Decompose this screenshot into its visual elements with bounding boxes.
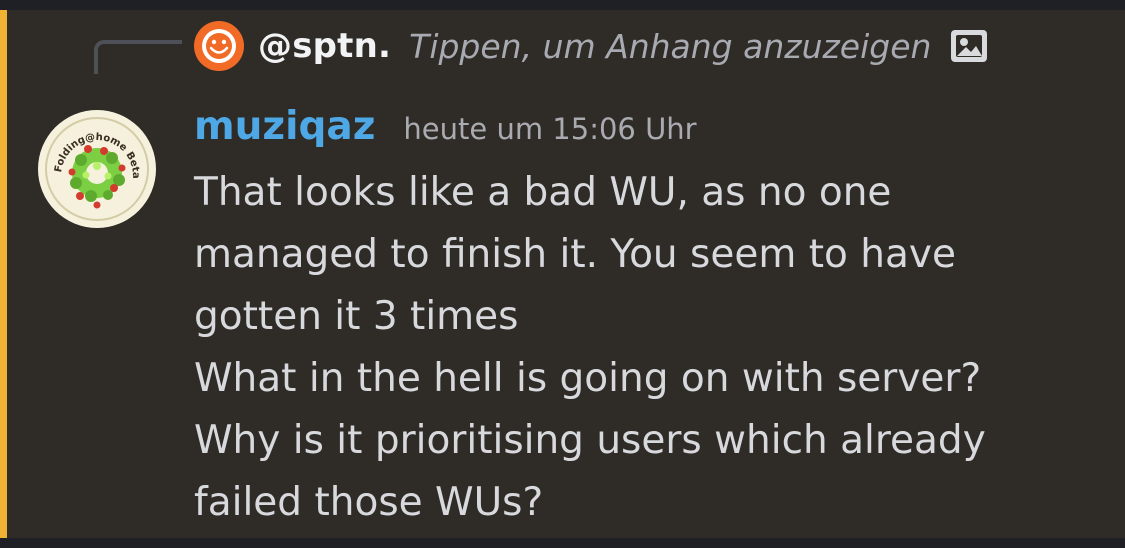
message-line: Why is it prioritising users which alrea…: [194, 418, 986, 463]
reply-attachment-preview[interactable]: Tippen, um Anhang anzuzeigen: [409, 27, 931, 66]
timestamp[interactable]: heute um 15:06 Uhr: [403, 112, 696, 146]
chat-screen: @sptn. Tippen, um Anhang anzuzeigen Fold…: [0, 0, 1125, 548]
reply-author[interactable]: @sptn.: [258, 26, 391, 66]
reply-avatar[interactable]: [194, 21, 244, 71]
reply-reference[interactable]: @sptn. Tippen, um Anhang anzuzeigen: [194, 21, 989, 71]
message-line: managed to finish it. You seem to have: [194, 232, 956, 277]
message-line: failed those WUs?: [194, 480, 544, 525]
user-avatar[interactable]: Folding@home Beta-tester: [38, 110, 156, 228]
image-icon[interactable]: [949, 26, 989, 66]
message-line: What in the hell is going on with server…: [194, 356, 982, 401]
message-line: gotten it 3 times: [194, 294, 519, 339]
chat-message[interactable]: @sptn. Tippen, um Anhang anzuzeigen Fold…: [0, 10, 1125, 538]
smiley-icon: [202, 29, 236, 63]
message-content: muziqaz heute um 15:06 Uhr That looks li…: [194, 104, 1094, 534]
mention-highlight-bar: [0, 10, 7, 538]
folding-at-home-logo: Folding@home Beta-tester: [38, 110, 155, 227]
username[interactable]: muziqaz: [194, 104, 375, 149]
reply-connector: [94, 40, 182, 74]
message-line: That looks like a bad WU, as no one: [194, 170, 892, 215]
message-text: That looks like a bad WU, as no one mana…: [194, 162, 1094, 534]
message-header: muziqaz heute um 15:06 Uhr: [194, 104, 1094, 158]
